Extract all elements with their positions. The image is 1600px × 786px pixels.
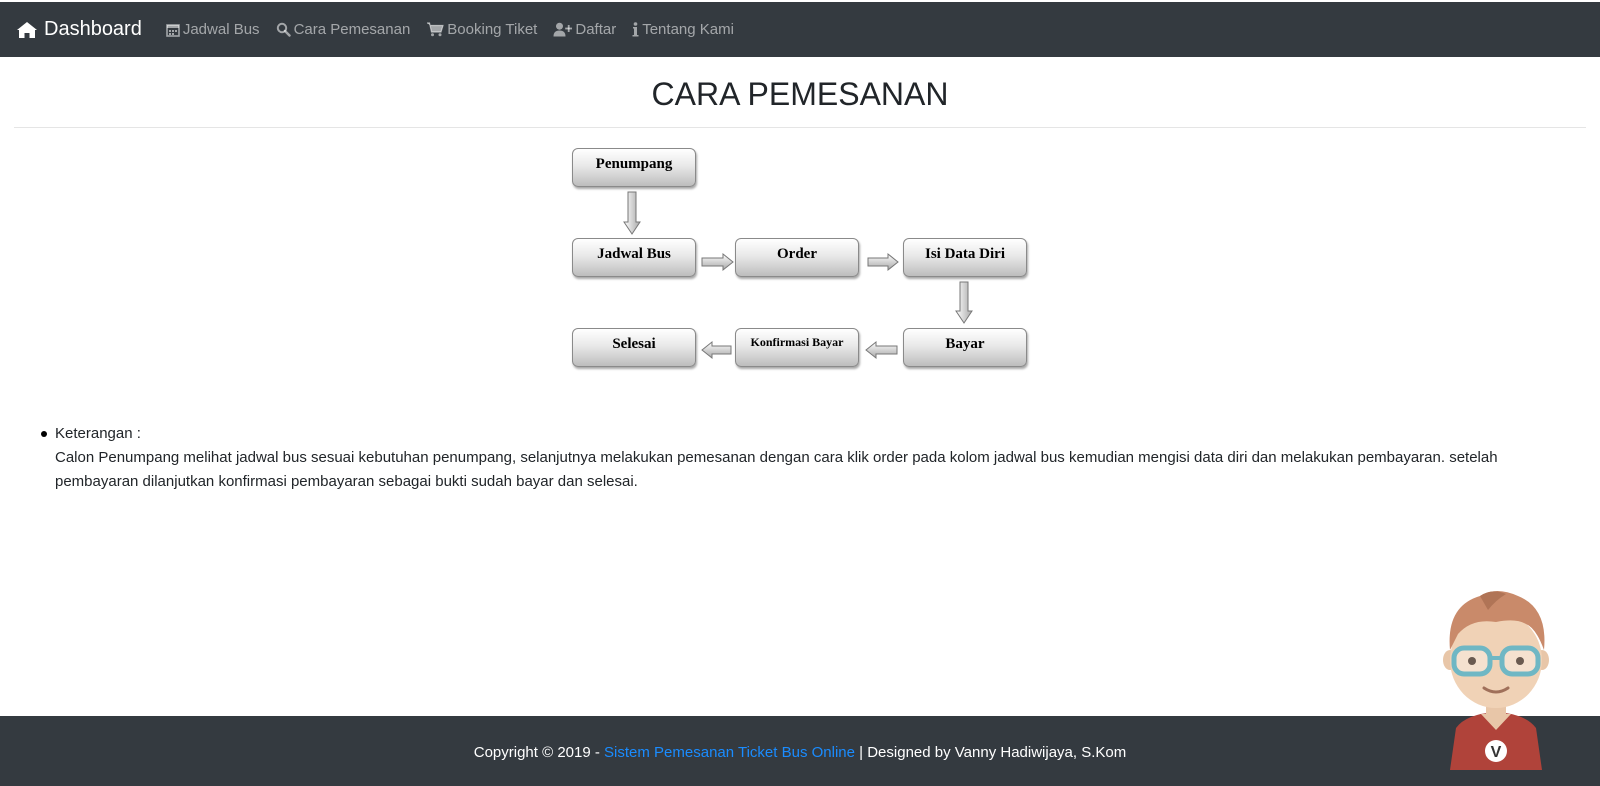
mascot-badge: V bbox=[1491, 744, 1502, 761]
info-heading: Keterangan : bbox=[55, 425, 141, 442]
nav-item-label: Jadwal Bus bbox=[182, 21, 260, 38]
nav-item-tentang-kami[interactable]: Tentang Kami bbox=[632, 21, 734, 38]
footer-designer: | Designed by Vanny Hadiwijaya, S.Kom bbox=[854, 744, 1127, 761]
title-divider bbox=[14, 127, 1586, 128]
step-label: Konfirmasi Bayar bbox=[750, 335, 844, 349]
arrow-left-1 bbox=[865, 340, 898, 360]
step-selesai: Selesai bbox=[572, 328, 696, 367]
step-label: Isi Data Diri bbox=[925, 246, 1005, 262]
navbar: Dashboard Jadwal Bus Cara Pemesanan Book… bbox=[0, 2, 1600, 57]
step-label: Bayar bbox=[945, 336, 985, 352]
info-list: Keterangan : Calon Penumpang melihat jad… bbox=[38, 422, 1578, 494]
brand-label: Dashboard bbox=[44, 18, 142, 40]
step-label: Order bbox=[777, 246, 817, 262]
cart-icon bbox=[427, 22, 445, 37]
arrow-left-2 bbox=[701, 340, 732, 360]
step-label: Selesai bbox=[612, 336, 656, 352]
home-icon bbox=[17, 21, 37, 38]
arrow-right-2 bbox=[867, 252, 899, 272]
arrow-down-2 bbox=[955, 281, 973, 324]
footer-copyright: Copyright © 2019 - bbox=[473, 744, 605, 761]
arrow-down-1 bbox=[623, 191, 641, 235]
user-plus-icon bbox=[553, 22, 573, 37]
footer-site-link[interactable]: Sistem Pemesanan Ticket Bus Online bbox=[604, 744, 855, 761]
booking-flowchart: Penumpang Jadwal Bus Order Isi Data Diri… bbox=[0, 0, 1600, 400]
footer: Copyright © 2019 - Sistem Pemesanan Tick… bbox=[0, 716, 1600, 786]
step-jadwal-bus: Jadwal Bus bbox=[572, 238, 696, 277]
info-text: Calon Penumpang melihat jadwal bus sesua… bbox=[55, 449, 1498, 490]
step-label: Penumpang bbox=[595, 156, 673, 172]
info-icon bbox=[632, 22, 639, 37]
nav-item-booking-tiket[interactable]: Booking Tiket bbox=[426, 21, 537, 38]
search-icon bbox=[276, 22, 291, 37]
dashboard-brand-link[interactable]: Dashboard bbox=[16, 18, 142, 41]
arrow-right-1 bbox=[701, 252, 734, 272]
nav-item-label: Booking Tiket bbox=[447, 21, 538, 38]
info-item: Keterangan : Calon Penumpang melihat jad… bbox=[38, 422, 1578, 494]
nav-item-label: Tentang Kami bbox=[642, 21, 734, 38]
step-label: Jadwal Bus bbox=[597, 246, 671, 262]
nav-item-daftar[interactable]: Daftar bbox=[553, 21, 616, 38]
nav-item-jadwal-bus[interactable]: Jadwal Bus bbox=[166, 21, 260, 38]
nav-item-label: Daftar bbox=[575, 21, 617, 38]
step-bayar: Bayar bbox=[903, 328, 1027, 367]
step-konfirmasi-bayar: Konfirmasi Bayar bbox=[735, 328, 859, 367]
nav-item-cara-pemesanan[interactable]: Cara Pemesanan bbox=[276, 21, 411, 38]
mascot-avatar: V bbox=[1436, 588, 1556, 770]
page-title: CARA PEMESANAN bbox=[651, 76, 949, 112]
step-isi-data-diri: Isi Data Diri bbox=[903, 238, 1027, 277]
step-order: Order bbox=[735, 238, 859, 277]
step-penumpang: Penumpang bbox=[572, 148, 696, 187]
info-section: Keterangan : Calon Penumpang melihat jad… bbox=[38, 422, 1578, 494]
nav-item-label: Cara Pemesanan bbox=[293, 21, 411, 38]
calendar-icon bbox=[166, 23, 180, 37]
